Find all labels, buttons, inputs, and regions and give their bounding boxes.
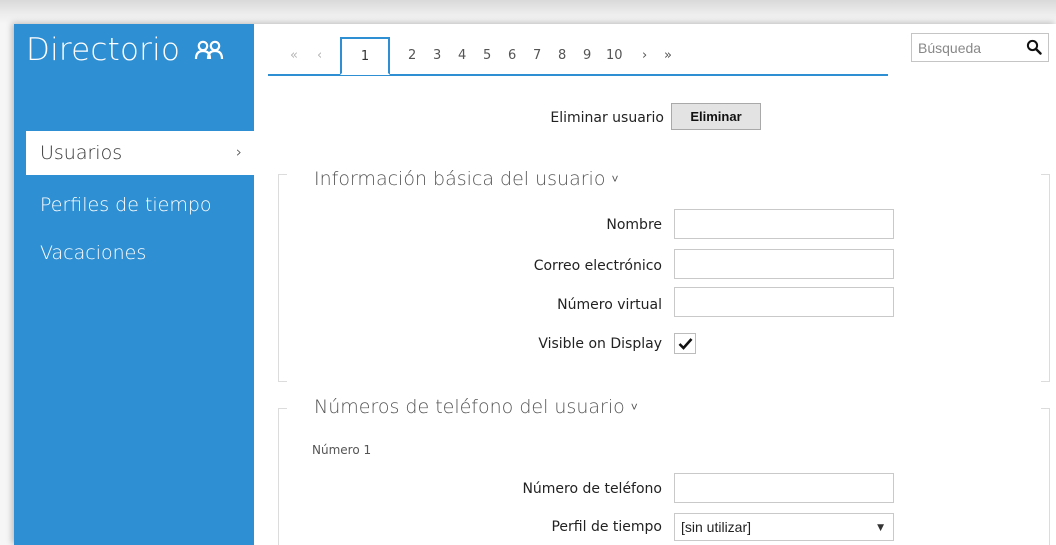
page-6[interactable]: 6 — [508, 48, 516, 63]
phone-numbers-title-text: Números de teléfono del usuario — [314, 396, 625, 418]
basic-info-title[interactable]: Información básica del usuario ˅ — [314, 168, 618, 190]
page-next[interactable]: › — [642, 48, 647, 63]
phone-numbers-section — [278, 408, 1050, 545]
sidebar: Directorio Usuarios › Perfiles de tiempo — [14, 24, 254, 545]
section-corner — [1041, 408, 1049, 409]
time-profile-selected: [sin utilizar] — [681, 519, 752, 535]
basic-info-section — [278, 174, 1050, 382]
page-first[interactable]: « — [290, 48, 298, 63]
checkmark-icon — [678, 338, 692, 350]
page-9[interactable]: 9 — [583, 48, 591, 63]
virtual-number-field[interactable] — [674, 287, 894, 317]
number-1-label: Número 1 — [312, 443, 372, 457]
email-label: Correo electrónico — [533, 258, 662, 274]
search-box — [911, 33, 1049, 62]
page-8[interactable]: 8 — [558, 48, 566, 63]
page-prev[interactable]: ‹ — [317, 48, 322, 63]
section-corner — [279, 408, 287, 409]
sidebar-item-perfiles-de-tiempo[interactable]: Perfiles de tiempo — [26, 183, 254, 227]
phone-numbers-title[interactable]: Números de teléfono del usuario ˅ — [314, 396, 638, 418]
sidebar-title-text: Directorio — [26, 32, 181, 68]
search-input[interactable] — [912, 34, 1018, 61]
sidebar-item-label: Perfiles de tiempo — [40, 194, 212, 216]
name-label: Nombre — [606, 217, 662, 233]
page-10[interactable]: 10 — [606, 48, 623, 63]
section-corner — [279, 174, 287, 175]
delete-button[interactable]: Eliminar — [671, 103, 761, 130]
sidebar-item-label: Vacaciones — [40, 242, 147, 264]
email-field[interactable] — [674, 249, 894, 279]
sidebar-item-vacaciones[interactable]: Vacaciones — [26, 231, 254, 275]
phone-number-label: Número de teléfono — [522, 481, 662, 497]
app-window: Directorio Usuarios › Perfiles de tiempo — [14, 24, 1056, 545]
phone-number-field[interactable] — [674, 473, 894, 503]
sidebar-item-usuarios[interactable]: Usuarios › — [26, 131, 254, 175]
users-icon — [194, 38, 224, 62]
section-corner — [1041, 174, 1049, 175]
search-icon[interactable] — [1026, 39, 1042, 59]
visible-on-display-label: Visible on Display — [538, 336, 662, 352]
sidebar-title: Directorio — [26, 28, 224, 72]
section-corner — [1041, 381, 1049, 382]
name-field[interactable] — [674, 209, 894, 239]
page-last[interactable]: » — [664, 48, 672, 63]
visible-on-display-checkbox[interactable] — [674, 333, 696, 354]
virtual-number-label: Número virtual — [557, 297, 662, 313]
time-profile-label: Perfil de tiempo — [551, 519, 662, 535]
page-2[interactable]: 2 — [408, 48, 416, 63]
chevron-down-icon: ˅ — [630, 400, 638, 414]
section-corner — [279, 381, 287, 382]
basic-info-title-text: Información básica del usuario — [314, 168, 606, 190]
pagination: « ‹ 1 2 3 4 5 6 7 8 9 10 › » — [268, 34, 888, 76]
page-4[interactable]: 4 — [458, 48, 466, 63]
caret-down-icon: ▼ — [877, 523, 884, 533]
page-1-active[interactable]: 1 — [340, 37, 390, 75]
page-5[interactable]: 5 — [483, 48, 491, 63]
chevron-right-icon: › — [236, 143, 242, 161]
chevron-down-icon: ˅ — [611, 172, 619, 186]
delete-user-label: Eliminar usuario — [550, 110, 664, 126]
page-7[interactable]: 7 — [533, 48, 541, 63]
time-profile-select[interactable]: [sin utilizar] ▼ — [674, 513, 894, 541]
page-3[interactable]: 3 — [433, 48, 441, 63]
sidebar-item-label: Usuarios — [40, 142, 123, 164]
